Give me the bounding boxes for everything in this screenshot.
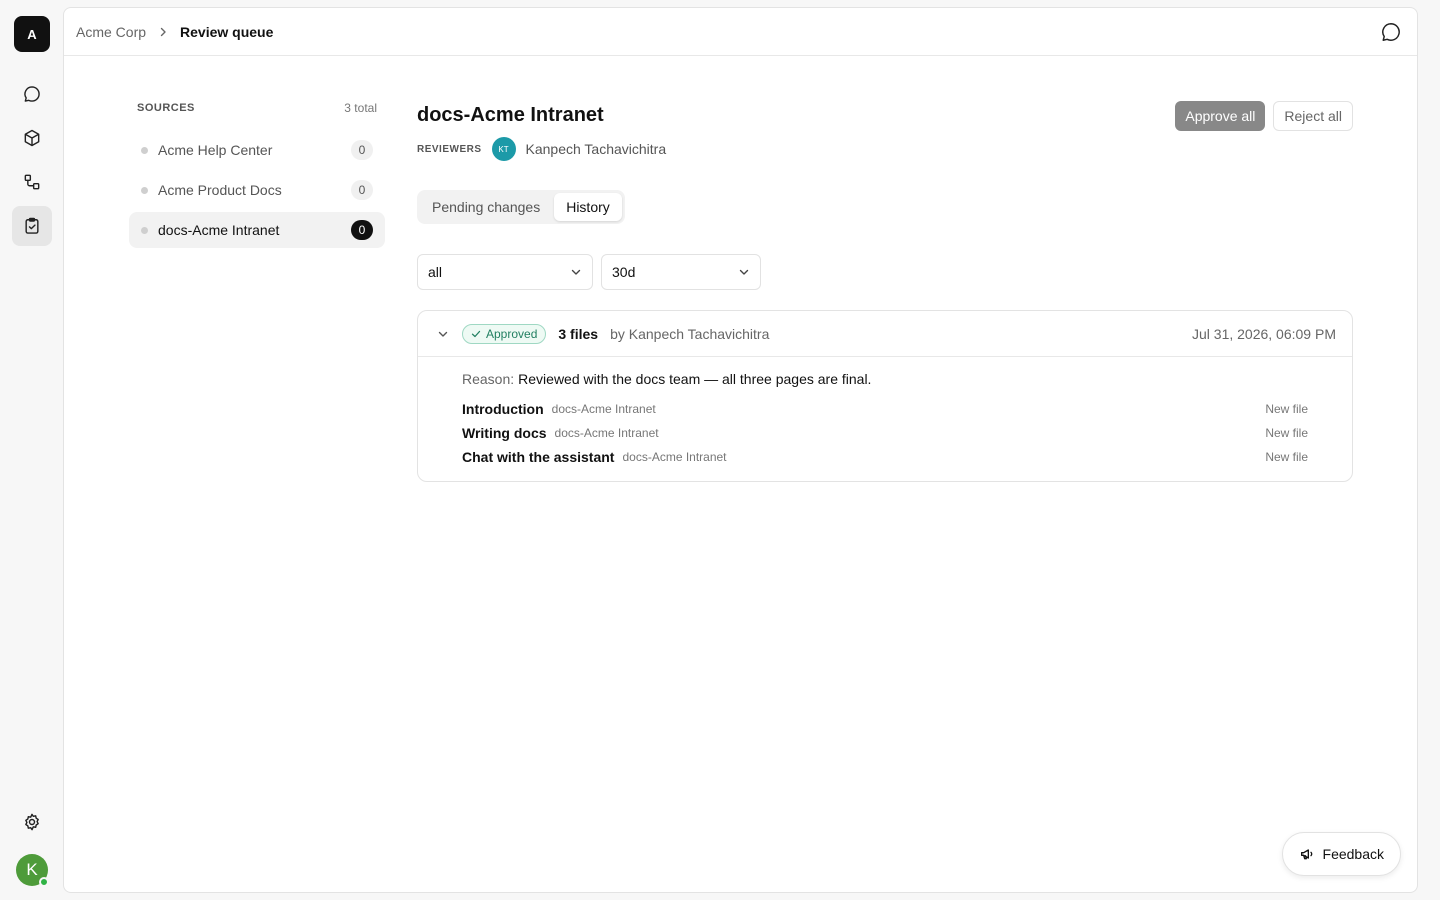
rail-item-knowledge[interactable] bbox=[12, 118, 52, 158]
source-label: Acme Product Docs bbox=[158, 182, 282, 198]
breadcrumb: Acme Corp Review queue bbox=[76, 24, 273, 40]
file-name: Chat with the assistant bbox=[462, 449, 615, 465]
main-panel: Acme Corp Review queue SOURCES 3 total A… bbox=[63, 7, 1418, 893]
file-row[interactable]: Introduction docs-Acme Intranet New file bbox=[462, 397, 1308, 421]
flow-icon bbox=[24, 174, 40, 190]
online-status-dot bbox=[39, 877, 49, 887]
source-count-badge: 0 bbox=[351, 220, 373, 240]
source-dot bbox=[141, 226, 148, 234]
tab-pending-changes[interactable]: Pending changes bbox=[420, 193, 552, 221]
view-tabs: Pending changes History bbox=[417, 190, 625, 224]
breadcrumb-root[interactable]: Acme Corp bbox=[76, 24, 146, 40]
file-row[interactable]: Writing docs docs-Acme Intranet New file bbox=[462, 421, 1308, 445]
app-rail: A K bbox=[0, 0, 64, 900]
megaphone-icon bbox=[1300, 849, 1312, 860]
feedback-label: Feedback bbox=[1322, 846, 1384, 862]
source-label: Acme Help Center bbox=[158, 142, 273, 158]
source-item-acme-product-docs[interactable]: Acme Product Docs 0 bbox=[129, 172, 385, 208]
assistant-button[interactable] bbox=[1377, 18, 1405, 46]
approve-all-button[interactable]: Approve all bbox=[1175, 101, 1266, 131]
sources-title: SOURCES bbox=[137, 102, 195, 114]
file-name: Introduction bbox=[462, 401, 544, 417]
file-status: New file bbox=[1265, 426, 1308, 440]
sources-count: 3 total bbox=[344, 101, 377, 115]
history-filters: all 30d bbox=[417, 254, 1353, 290]
source-item-docs-acme-intranet[interactable]: docs-Acme Intranet 0 bbox=[129, 212, 385, 248]
chevron-down-icon bbox=[739, 269, 749, 275]
header-actions: Approve all Reject all bbox=[1175, 101, 1353, 131]
history-entry-header[interactable]: Approved 3 files by Kanpech Tachavichitr… bbox=[418, 311, 1352, 357]
status-badge-label: Approved bbox=[486, 326, 538, 341]
chat-bubble-icon bbox=[24, 86, 40, 102]
range-filter-select[interactable]: 30d bbox=[601, 254, 761, 290]
file-source: docs-Acme Intranet bbox=[551, 402, 656, 416]
status-filter-select[interactable]: all bbox=[417, 254, 593, 290]
rail-item-chat[interactable] bbox=[12, 74, 52, 114]
source-label: docs-Acme Intranet bbox=[158, 222, 280, 238]
review-content: docs-Acme Intranet REVIEWERS KT Kanpech … bbox=[417, 100, 1353, 482]
rail-item-workflows[interactable] bbox=[12, 162, 52, 202]
org-logo[interactable]: A bbox=[14, 16, 50, 52]
collapse-toggle[interactable] bbox=[434, 325, 452, 343]
rail-item-review-queue[interactable] bbox=[12, 206, 52, 246]
file-status: New file bbox=[1265, 450, 1308, 464]
file-row[interactable]: Chat with the assistant docs-Acme Intran… bbox=[462, 445, 1308, 469]
rail-bottom: K bbox=[0, 802, 64, 887]
reviewers-row: REVIEWERS KT Kanpech Tachavichitra bbox=[417, 137, 1353, 161]
source-count-badge: 0 bbox=[351, 180, 373, 200]
history-entry-body: Reason: Reviewed with the docs team — all… bbox=[418, 357, 1352, 481]
file-status: New file bbox=[1265, 402, 1308, 416]
entry-timestamp: Jul 31, 2026, 06:09 PM bbox=[1192, 325, 1336, 342]
sources-list: SOURCES 3 total Acme Help Center 0 Acme … bbox=[129, 100, 385, 252]
gear-icon bbox=[25, 813, 39, 831]
chevron-down-icon bbox=[571, 269, 581, 275]
content-header: docs-Acme Intranet REVIEWERS KT Kanpech … bbox=[417, 100, 1353, 161]
source-dot bbox=[141, 146, 148, 154]
file-name: Writing docs bbox=[462, 425, 547, 441]
reviewed-by: by Kanpech Tachavichitra bbox=[610, 325, 770, 342]
topbar: Acme Corp Review queue bbox=[64, 8, 1417, 56]
file-source: docs-Acme Intranet bbox=[554, 426, 659, 440]
cube-icon bbox=[24, 129, 40, 147]
range-filter-value: 30d bbox=[612, 264, 636, 280]
source-count-badge: 0 bbox=[351, 140, 373, 160]
source-dot bbox=[141, 186, 148, 194]
check-icon bbox=[471, 330, 481, 337]
history-entry: Approved 3 files by Kanpech Tachavichitr… bbox=[417, 310, 1353, 482]
chevron-down-icon bbox=[438, 331, 448, 337]
user-avatar-wrap[interactable]: K bbox=[16, 854, 49, 887]
reason-label: Reason: bbox=[462, 371, 515, 387]
settings-button[interactable] bbox=[12, 802, 52, 842]
feedback-button[interactable]: Feedback bbox=[1281, 832, 1401, 876]
status-filter-value: all bbox=[428, 264, 443, 280]
reviewer-name: Kanpech Tachavichitra bbox=[525, 141, 667, 157]
sources-header: SOURCES 3 total bbox=[129, 100, 385, 116]
chevron-right-icon bbox=[158, 27, 168, 37]
reviewers-label: REVIEWERS bbox=[417, 143, 482, 155]
rail-nav bbox=[12, 74, 52, 246]
file-count: 3 files bbox=[558, 325, 599, 342]
file-source: docs-Acme Intranet bbox=[622, 450, 727, 464]
breadcrumb-current: Review queue bbox=[180, 23, 274, 40]
reject-all-button[interactable]: Reject all bbox=[1273, 101, 1353, 131]
reason-row: Reason: Reviewed with the docs team — all… bbox=[462, 371, 1308, 387]
status-badge: Approved bbox=[462, 323, 547, 344]
chat-circle-icon bbox=[1382, 22, 1400, 41]
reason-text: Reviewed with the docs team — all three … bbox=[518, 371, 872, 387]
reviewer-avatar: KT bbox=[491, 137, 516, 161]
clipboard-check-icon bbox=[25, 217, 39, 234]
tab-history[interactable]: History bbox=[554, 193, 622, 221]
source-item-acme-help-center[interactable]: Acme Help Center 0 bbox=[129, 132, 385, 168]
